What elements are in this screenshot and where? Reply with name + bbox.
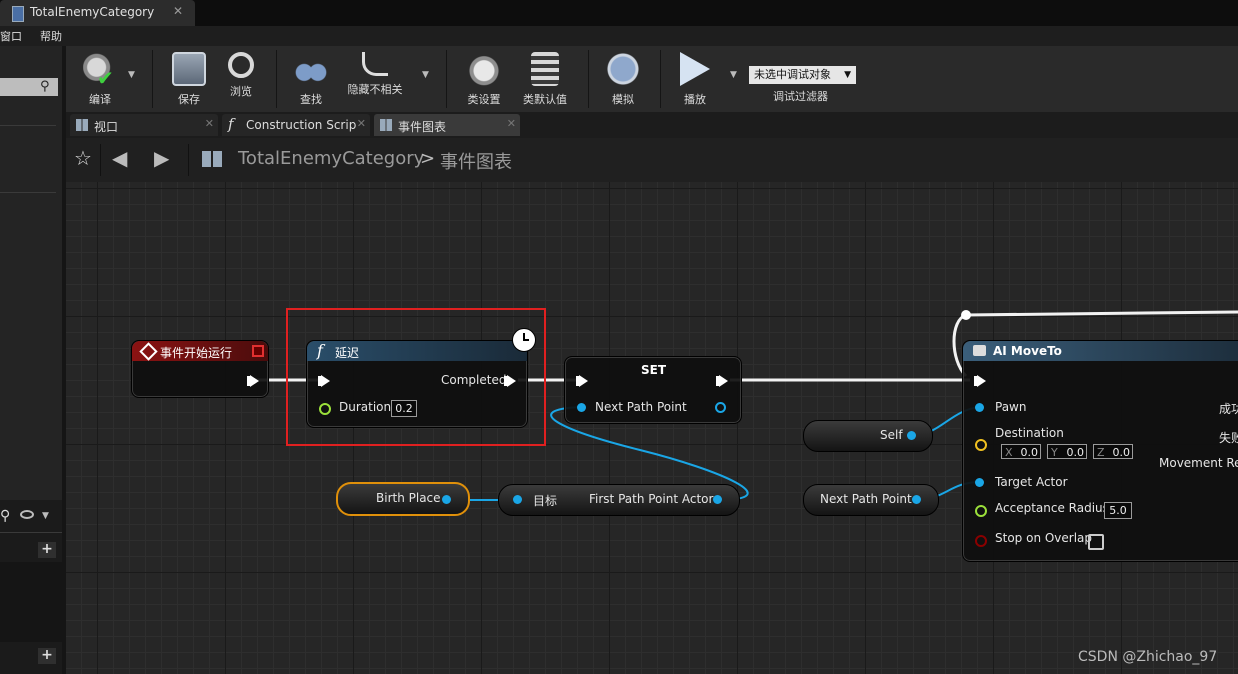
- z-label: Z: [1097, 446, 1105, 459]
- set-title: SET: [641, 363, 667, 377]
- delegate-pin[interactable]: [252, 345, 264, 357]
- wires: [256, 310, 1238, 501]
- acceptance-radius-label: Acceptance Radius: [995, 501, 1109, 515]
- ai-moveto-title: AI MoveTo: [993, 344, 1062, 358]
- target-actor-pin[interactable]: [975, 478, 984, 487]
- object-out-pin[interactable]: [912, 495, 921, 504]
- vector-pin[interactable]: [975, 439, 987, 451]
- object-out-pin[interactable]: [713, 495, 722, 504]
- bool-pin[interactable]: [975, 535, 987, 547]
- watermark: CSDN @Zhichao_97: [1078, 649, 1218, 665]
- reroute-node[interactable]: [961, 310, 971, 320]
- set-node[interactable]: SET Next Path Point: [564, 356, 742, 424]
- y-value: 0.0: [1066, 446, 1085, 459]
- float-pin[interactable]: [975, 505, 987, 517]
- y-label: Y: [1051, 446, 1058, 459]
- target-in-pin[interactable]: [513, 495, 522, 504]
- destination-label: Destination: [995, 426, 1064, 440]
- function-icon: [973, 345, 986, 356]
- destination-z-input[interactable]: Z 0.0: [1093, 444, 1133, 459]
- next-path-point-var-node[interactable]: Next Path Point: [803, 484, 939, 516]
- begin-play-title: 事件开始运行: [160, 346, 233, 360]
- birth-place-label: Birth Place: [376, 491, 441, 505]
- target-actor-label: Target Actor: [995, 475, 1068, 489]
- object-in-pin[interactable]: [577, 403, 586, 412]
- pawn-label: Pawn: [995, 400, 1027, 414]
- object-out-pin[interactable]: [715, 402, 726, 413]
- self-node[interactable]: Self: [803, 420, 933, 452]
- birth-place-node[interactable]: Birth Place: [336, 482, 470, 516]
- annotation-highlight: [286, 308, 546, 446]
- stop-on-overlap-label: Stop on Overlap: [995, 531, 1093, 545]
- target-label: 目标: [533, 494, 558, 508]
- exec-in-pin[interactable]: [576, 375, 588, 387]
- x-value: 0.0: [1020, 446, 1039, 459]
- object-out-pin[interactable]: [907, 431, 916, 440]
- acceptance-radius-input[interactable]: 5.0: [1104, 502, 1132, 519]
- exec-wire: [965, 310, 1238, 317]
- on-fail-label: 失败: [1219, 431, 1238, 445]
- get-first-path-point-node[interactable]: 目标 First Path Point Actor: [498, 484, 740, 516]
- stop-on-overlap-checkbox[interactable]: [1088, 534, 1104, 550]
- self-label: Self: [880, 428, 903, 442]
- ai-moveto-node[interactable]: AI MoveTo Pawn 成功 Destination 失败 X 0.0 Y…: [962, 340, 1238, 562]
- destination-y-input[interactable]: Y 0.0: [1047, 444, 1087, 459]
- next-path-point-label: Next Path Point: [595, 400, 687, 414]
- exec-out-pin[interactable]: [247, 375, 259, 387]
- movement-result-label: Movement Res: [1159, 456, 1238, 470]
- object-out-pin[interactable]: [442, 495, 451, 504]
- destination-x-input[interactable]: X 0.0: [1001, 444, 1041, 459]
- next-path-point-var-label: Next Path Point: [820, 492, 912, 506]
- pawn-pin[interactable]: [975, 403, 984, 412]
- x-label: X: [1005, 446, 1013, 459]
- first-path-point-actor-label: First Path Point Actor: [589, 492, 714, 506]
- exec-in-pin[interactable]: [974, 375, 986, 387]
- z-value: 0.0: [1112, 446, 1131, 459]
- exec-out-pin[interactable]: [716, 375, 728, 387]
- begin-play-node[interactable]: 事件开始运行: [131, 340, 269, 398]
- on-success-label: 成功: [1219, 402, 1238, 416]
